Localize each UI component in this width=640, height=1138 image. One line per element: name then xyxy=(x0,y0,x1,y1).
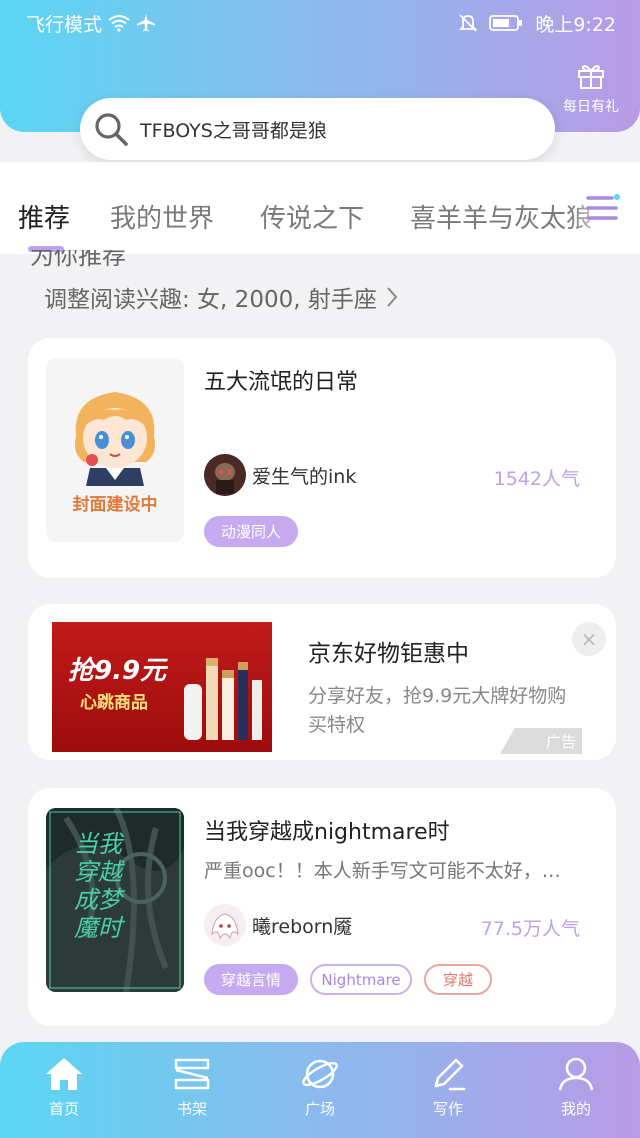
tab-recommend[interactable]: 推荐 xyxy=(18,198,70,235)
genre-tag[interactable]: 穿越言情 xyxy=(204,964,298,995)
book-card[interactable]: 封面建设中 五大流氓的日常 爱生气的ink 1542人气 动漫同人 xyxy=(28,338,616,578)
user-icon xyxy=(558,1057,594,1091)
pen-icon xyxy=(434,1058,466,1091)
mute-bell-icon xyxy=(459,14,478,32)
gift-icon xyxy=(578,65,604,89)
daily-gift-label: 每日有礼 xyxy=(563,99,619,115)
ad-image: 抢9.9元 心跳商品 xyxy=(52,622,272,752)
adjust-interest-link[interactable]: 调整阅读兴趣: 女, 2000, 射手座 xyxy=(44,280,399,314)
search-placeholder: TFBOYS之哥哥都是狼 xyxy=(140,119,327,142)
nav-plaza-label: 广场 xyxy=(304,1100,335,1118)
nav-home-label: 首页 xyxy=(48,1100,79,1118)
book-card[interactable]: 当我穿越成梦魔时 当我穿越成nightmare时 严重ooc！！本人新手写文可能… xyxy=(28,788,616,1026)
home-icon xyxy=(46,1058,82,1090)
avatar xyxy=(204,454,246,496)
wifi-icon xyxy=(108,15,130,32)
search-bar[interactable]: TFBOYS之哥哥都是狼 xyxy=(80,98,555,160)
tab-undertale[interactable]: 传说之下 xyxy=(260,198,364,235)
tab-pleasant-goat[interactable]: 喜羊羊与灰太狼 xyxy=(410,198,592,235)
author-name: 曦reborn魇 xyxy=(252,915,353,938)
planet-icon xyxy=(302,1059,338,1089)
book-title: 五大流氓的日常 xyxy=(204,370,359,395)
daily-gift-button[interactable]: 每日有礼 xyxy=(560,62,622,116)
bottom-navigation: 首页 书架 广场 写作 我的 xyxy=(0,1042,640,1138)
bookshelf-icon xyxy=(174,1058,210,1090)
chevron-right-icon xyxy=(387,287,398,307)
nav-home[interactable]: 首页 xyxy=(24,1056,104,1119)
cover-placeholder-text: 封面建设中 xyxy=(72,495,158,515)
interest-label: 调整阅读兴趣: 女, 2000, 射手座 xyxy=(44,287,377,313)
nav-bookshelf[interactable]: 书架 xyxy=(152,1056,232,1119)
section-title-text: 为你推荐 xyxy=(30,250,126,270)
status-time: 晚上9:22 xyxy=(535,13,616,36)
popularity-count: 77.5万人气 xyxy=(480,918,580,940)
popularity-count: 1542人气 xyxy=(493,468,580,490)
ad-image-subline: 心跳商品 xyxy=(80,693,148,713)
topic-tag[interactable]: Nightmare xyxy=(310,964,412,995)
nav-plaza[interactable]: 广场 xyxy=(280,1056,360,1119)
nav-bookshelf-label: 书架 xyxy=(176,1100,207,1118)
nav-write-label: 写作 xyxy=(432,1100,463,1118)
status-mode: 飞行模式 xyxy=(26,13,103,36)
ad-card[interactable]: 抢9.9元 心跳商品 京东好物钜惠中 分享好友，抢9.9元大牌好物购买特权 × … xyxy=(28,604,616,760)
section-title: 为你推荐 xyxy=(30,250,126,270)
menu-icon[interactable] xyxy=(586,192,620,224)
ad-badge-label: 广告 xyxy=(545,732,576,751)
search-icon xyxy=(95,113,128,146)
nav-profile-label: 我的 xyxy=(560,1100,591,1118)
avatar xyxy=(204,904,246,946)
book-cover: 当我穿越成梦魔时 xyxy=(46,808,184,992)
author-name: 爱生气的ink xyxy=(252,465,357,488)
cover-title-art: 当我穿越成梦魔时 xyxy=(74,830,122,942)
nav-write[interactable]: 写作 xyxy=(408,1056,488,1119)
battery-icon xyxy=(489,15,523,31)
airplane-icon xyxy=(137,14,156,32)
nav-profile[interactable]: 我的 xyxy=(536,1056,616,1119)
genre-tag[interactable]: 动漫同人 xyxy=(204,516,298,547)
book-title: 当我穿越成nightmare时 xyxy=(204,820,450,845)
ad-image-headline: 抢9.9元 xyxy=(68,656,167,686)
status-bar: 飞行模式 晚上9:22 xyxy=(26,8,616,38)
category-tabs: 推荐 我的世界 传说之下 喜羊羊与灰太狼 xyxy=(0,162,640,254)
author-info[interactable]: 曦reborn魇 xyxy=(204,904,352,946)
book-cover: 封面建设中 xyxy=(46,358,184,542)
close-icon[interactable]: × xyxy=(572,622,606,656)
topic-tag[interactable]: 穿越 xyxy=(424,964,492,995)
cosmetics-bottles xyxy=(184,658,262,740)
author-info[interactable]: 爱生气的ink xyxy=(204,454,356,496)
tab-minecraft[interactable]: 我的世界 xyxy=(110,198,214,235)
ad-title: 京东好物钜惠中 xyxy=(308,641,469,667)
book-description: 严重ooc！！本人新手写文可能不太好，… xyxy=(204,860,561,882)
